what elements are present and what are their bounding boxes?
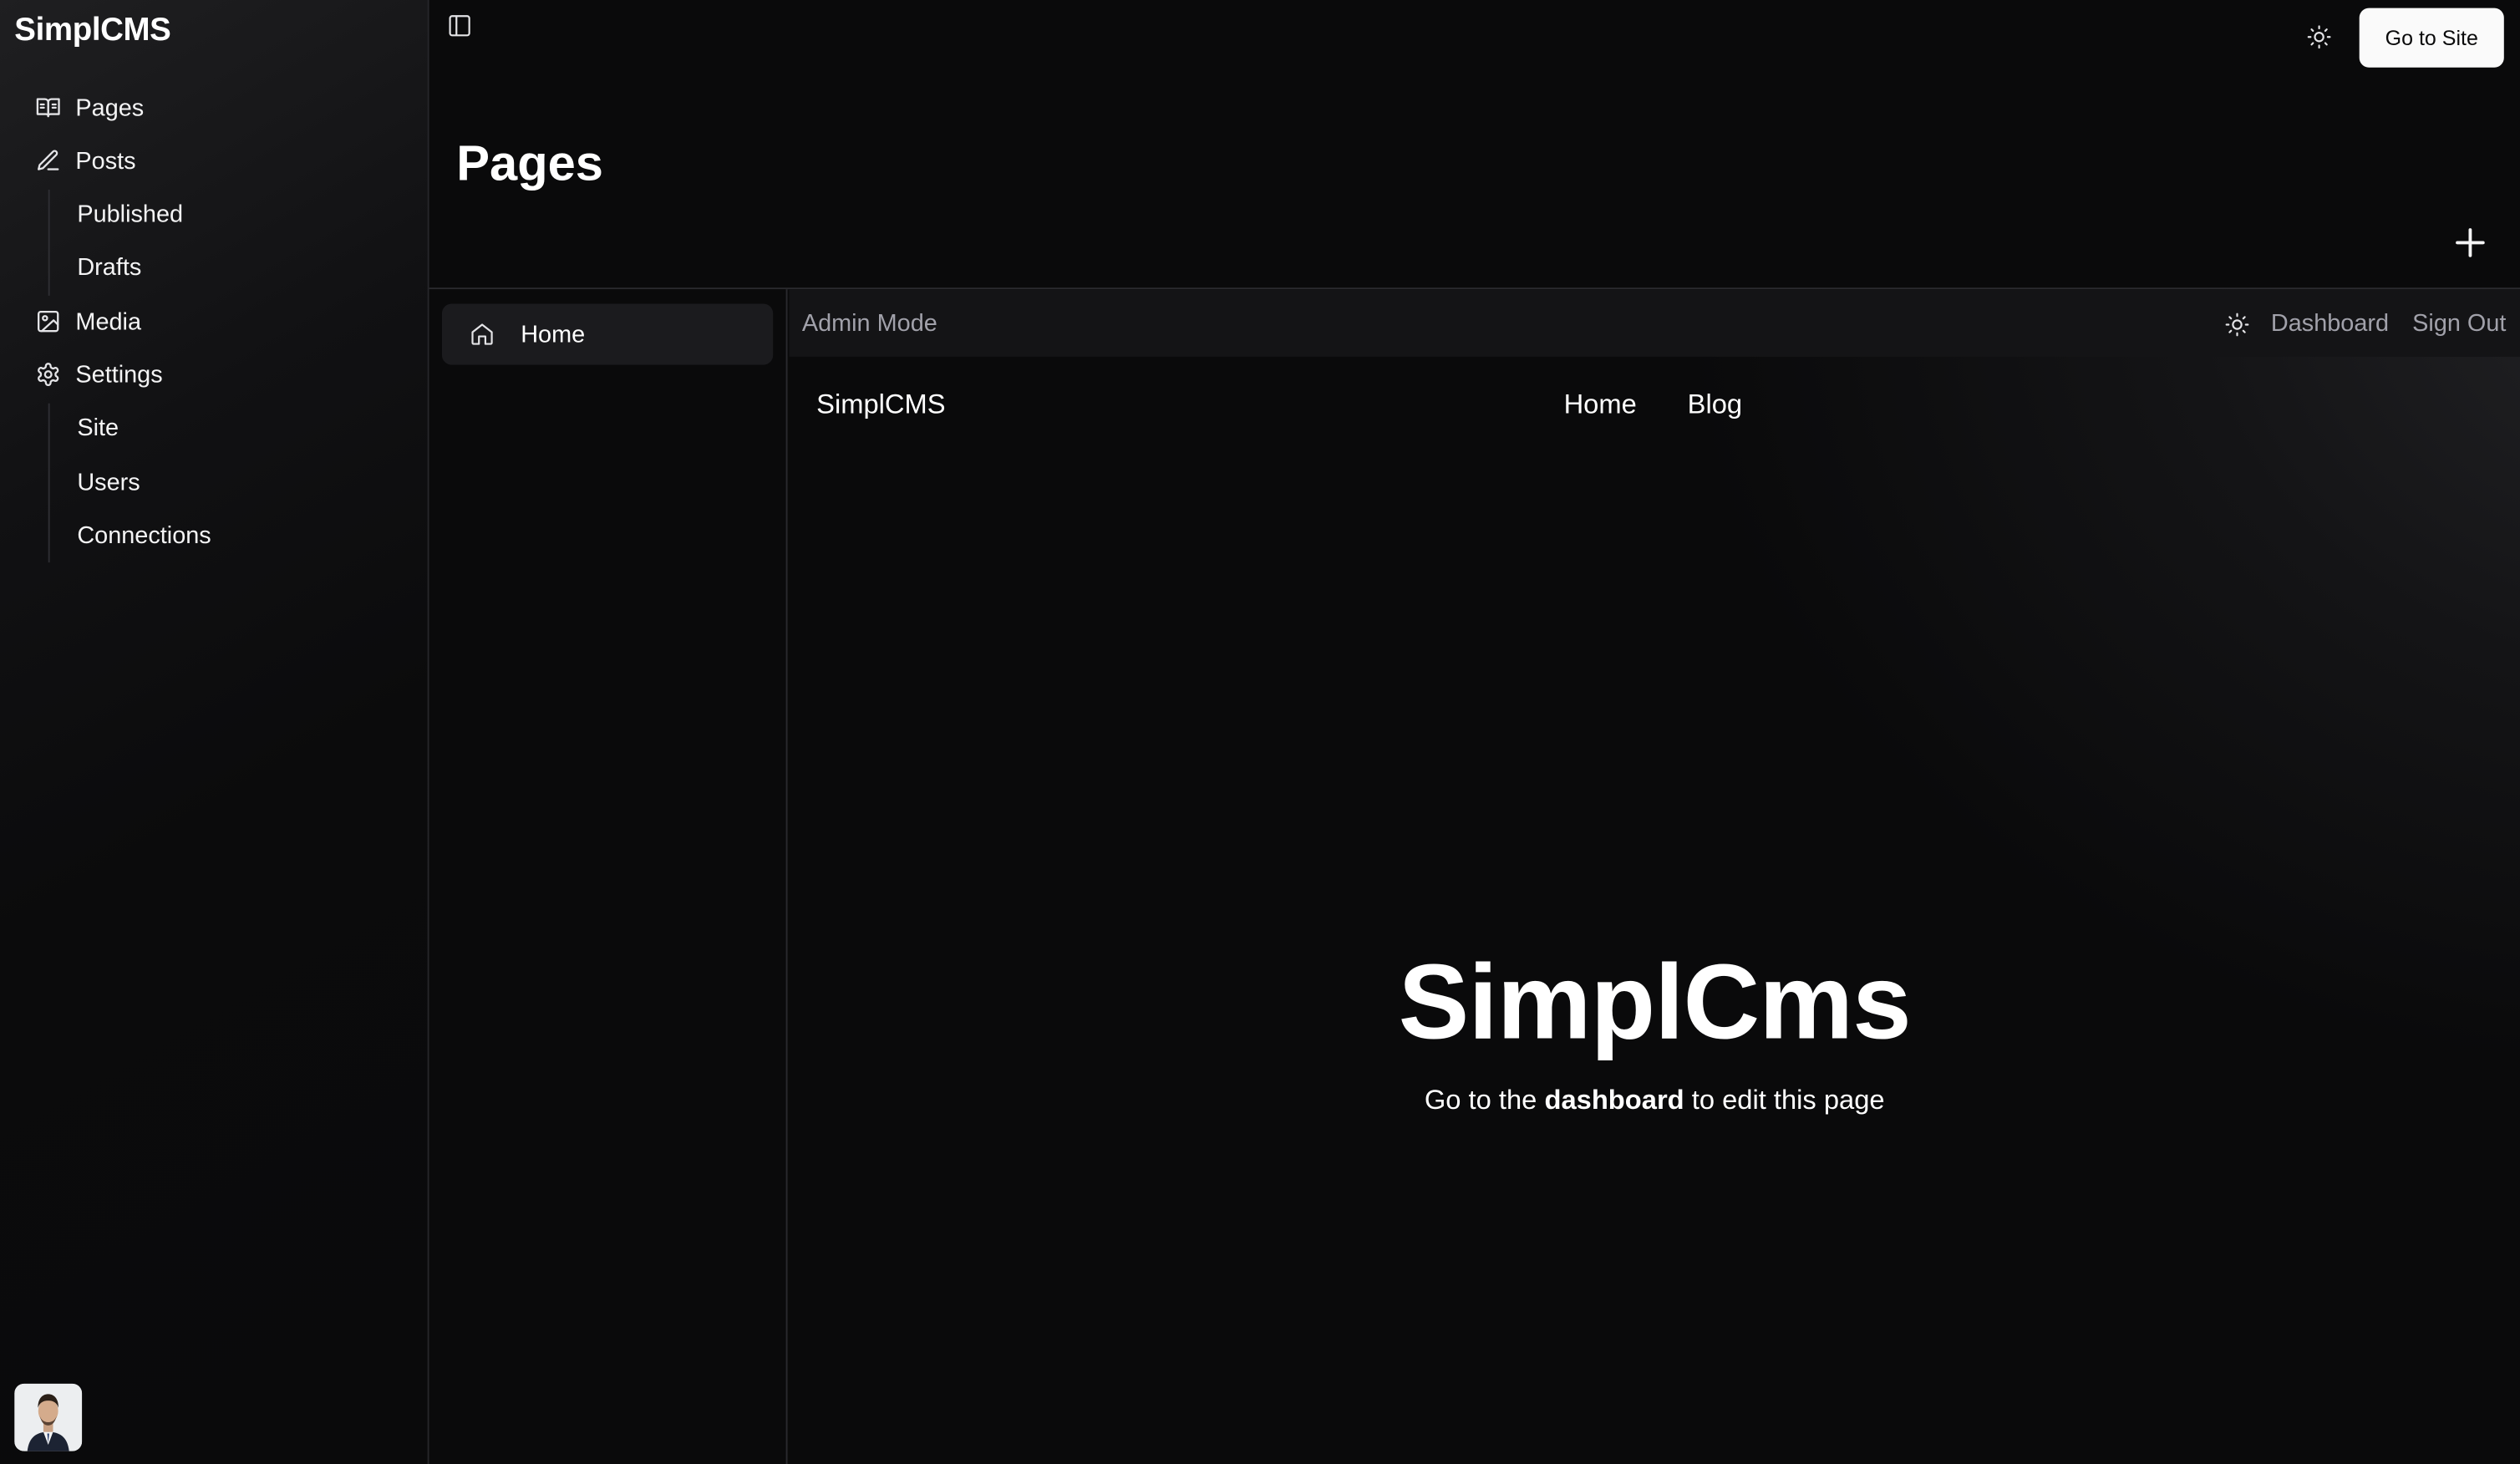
sidebar-item-posts[interactable]: Posts bbox=[23, 136, 409, 185]
submenu-divider bbox=[48, 403, 50, 563]
list-item-home[interactable]: Home bbox=[441, 303, 774, 365]
site-preview: Admin Mode Dashboard Sign Out SimplCMS H… bbox=[789, 289, 2520, 1464]
list-item-label: Home bbox=[521, 320, 586, 348]
sidebar-item-label: Pages bbox=[75, 94, 145, 122]
site-nav-blog[interactable]: Blog bbox=[1688, 389, 1742, 420]
preview-theme-toggle-button[interactable] bbox=[2223, 310, 2252, 339]
sidebar-item-published[interactable]: Published bbox=[64, 190, 386, 238]
hero-subtitle: Go to the dashboard to edit this page bbox=[789, 1085, 2520, 1116]
image-icon bbox=[38, 310, 59, 333]
sidebar-item-site[interactable]: Site bbox=[64, 404, 386, 452]
sidebar-item-users[interactable]: Users bbox=[64, 458, 386, 506]
admin-bar: Admin Mode Dashboard Sign Out bbox=[789, 289, 2520, 357]
submenu-divider bbox=[48, 189, 50, 296]
hero-subtitle-text: Go to the bbox=[1424, 1085, 1545, 1116]
go-to-site-button[interactable]: Go to Site bbox=[2359, 8, 2504, 68]
sun-icon bbox=[2307, 25, 2331, 49]
brand-logo[interactable]: SimplCMS bbox=[14, 13, 171, 49]
sidebar: SimplCMS Pages Posts Published Drafts Me… bbox=[0, 0, 429, 1464]
sign-out-link[interactable]: Sign Out bbox=[2412, 310, 2506, 338]
add-page-button[interactable] bbox=[2451, 223, 2489, 262]
gear-icon bbox=[38, 363, 59, 386]
panel-left-icon bbox=[449, 15, 470, 37]
sidebar-toggle-button[interactable] bbox=[447, 13, 473, 38]
sidebar-item-drafts[interactable]: Drafts bbox=[64, 242, 386, 291]
sidebar-item-label: Settings bbox=[75, 360, 163, 389]
plus-icon bbox=[2456, 228, 2485, 257]
pencil-icon bbox=[38, 150, 59, 170]
page-title: Pages bbox=[456, 135, 603, 191]
theme-toggle-button[interactable] bbox=[2303, 21, 2335, 53]
hero-subtitle-text: to edit this page bbox=[1684, 1085, 1885, 1116]
sidebar-item-label: Posts bbox=[75, 146, 136, 175]
admin-mode-label: Admin Mode bbox=[801, 310, 937, 338]
sun-icon bbox=[2225, 313, 2249, 337]
sidebar-item-label: Media bbox=[75, 308, 141, 335]
book-open-icon bbox=[36, 98, 60, 118]
hero-dashboard-link[interactable]: dashboard bbox=[1544, 1085, 1684, 1116]
hero-title: SimplCms bbox=[1398, 941, 1912, 1061]
site-nav-home[interactable]: Home bbox=[1564, 389, 1637, 420]
pages-list: Home bbox=[429, 289, 788, 1464]
sidebar-item-settings[interactable]: Settings bbox=[23, 350, 409, 399]
sidebar-item-connections[interactable]: Connections bbox=[64, 511, 386, 560]
sidebar-item-pages[interactable]: Pages bbox=[23, 84, 409, 132]
dashboard-link[interactable]: Dashboard bbox=[2271, 310, 2389, 338]
avatar[interactable] bbox=[14, 1383, 83, 1451]
home-icon bbox=[471, 323, 493, 345]
sidebar-item-media[interactable]: Media bbox=[23, 297, 409, 346]
site-logo[interactable]: SimplCMS bbox=[816, 389, 945, 420]
